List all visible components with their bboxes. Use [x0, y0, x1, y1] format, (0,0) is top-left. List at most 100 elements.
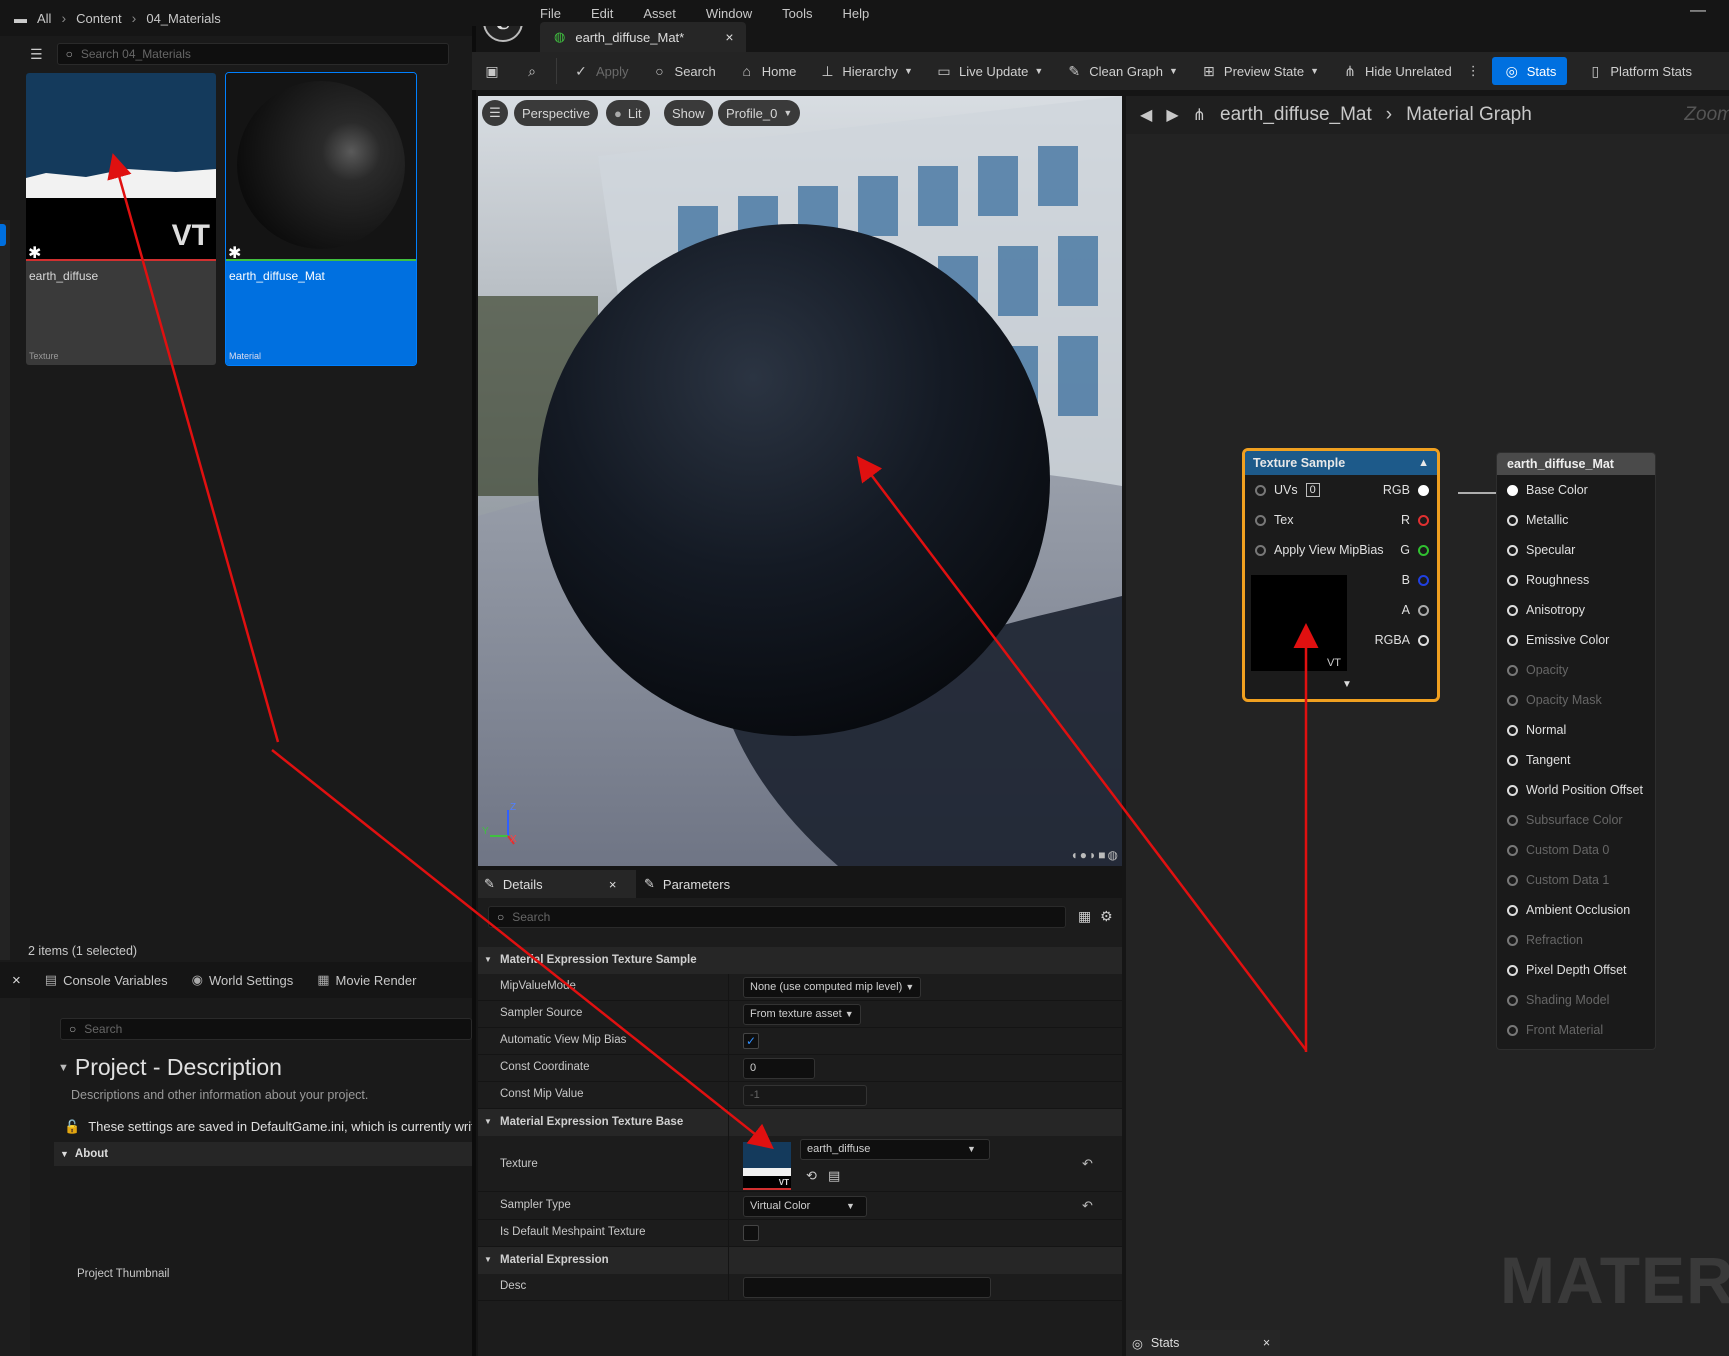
tab-console-variables[interactable]: ▤ Console Variables [33, 962, 180, 998]
material-pin[interactable]: Opacity [1507, 663, 1568, 677]
menu-asset[interactable]: Asset [643, 6, 676, 21]
texture-asset-dropdown[interactable]: earth_diffuse ▼ [800, 1139, 990, 1160]
material-pin[interactable]: Custom Data 0 [1507, 843, 1609, 857]
breadcrumb-folder[interactable]: 04_Materials [146, 11, 220, 26]
const-mip-input[interactable]: -1 [743, 1085, 867, 1106]
tab-details[interactable]: ✎ Details × [478, 870, 636, 898]
browse-button[interactable]: ⌕ [512, 52, 552, 90]
material-pin[interactable]: Pixel Depth Offset [1507, 963, 1627, 977]
breadcrumb-all[interactable]: All [37, 11, 51, 26]
details-search-input[interactable]: ○ Search [488, 906, 1066, 928]
hierarchy-button[interactable]: ⊥ Hierarchy ▼ [807, 52, 924, 90]
teapot-icon[interactable]: ◍ [1108, 848, 1118, 862]
cube-icon[interactable]: ■ [1098, 848, 1105, 862]
collapse-icon[interactable]: ▲ [1418, 457, 1429, 469]
reset-arrow-icon[interactable]: ↶ [1082, 1198, 1093, 1214]
breadcrumb-content[interactable]: Content [76, 11, 122, 26]
preview-viewport[interactable]: Z X Y ☰ Perspective ● Lit Show Profile_0 ▼… [478, 96, 1122, 866]
lit-button[interactable]: ● Lit [606, 100, 650, 126]
more-options-button[interactable]: ⋮ [1463, 52, 1484, 90]
pin-tex[interactable]: Tex [1255, 513, 1293, 527]
desc-input[interactable] [743, 1277, 991, 1298]
asset-tile-texture[interactable]: VT ✱ earth_diffuse Texture [26, 73, 216, 365]
profile-button[interactable]: Profile_0 ▼ [718, 100, 801, 126]
gear-icon[interactable]: ⚙ [1100, 908, 1113, 925]
menu-file[interactable]: File [540, 6, 561, 21]
close-icon[interactable]: × [725, 29, 733, 45]
viewport-menu-button[interactable]: ☰ [482, 100, 508, 126]
material-pin[interactable]: Shading Model [1507, 993, 1609, 1007]
section-header[interactable]: ▼ Project - Description [58, 1054, 282, 1081]
material-pin[interactable]: Anisotropy [1507, 603, 1585, 617]
tab-movie-render[interactable]: ▦ Movie Render [305, 962, 428, 998]
pin-b[interactable]: B [1402, 573, 1429, 587]
pin-uvs[interactable]: UVs 0 [1255, 483, 1320, 497]
material-pin[interactable]: Refraction [1507, 933, 1583, 947]
const-coordinate-input[interactable]: 0 [743, 1058, 815, 1079]
sampler-type-dropdown[interactable]: Virtual Color ▼ [743, 1196, 867, 1217]
document-tab[interactable]: ◍ earth_diffuse_Mat* × [540, 22, 746, 52]
search-button[interactable]: ○ Search [640, 52, 727, 90]
texture-sample-node[interactable]: Texture Sample ▲ UVs 0 Tex Apply View Mip… [1242, 448, 1440, 702]
section-texture-base[interactable]: ▼ Material Expression Texture Base [478, 1109, 1122, 1136]
pin-r[interactable]: R [1401, 513, 1429, 527]
material-pin[interactable]: World Position Offset [1507, 783, 1643, 797]
splitter[interactable] [472, 0, 476, 1356]
reset-arrow-icon[interactable]: ↶ [1082, 1156, 1093, 1172]
preview-state-button[interactable]: ⊞ Preview State ▼ [1189, 52, 1330, 90]
material-pin[interactable]: Tangent [1507, 753, 1570, 767]
home-button[interactable]: ⌂ Home [727, 52, 808, 90]
asset-search-input[interactable]: ○ Search 04_Materials [56, 43, 449, 65]
use-selected-icon[interactable]: ⟲ [806, 1168, 817, 1184]
menu-tools[interactable]: Tools [782, 6, 812, 21]
auto-mip-checkbox[interactable]: ✓ [743, 1033, 759, 1049]
default-meshpaint-checkbox[interactable] [743, 1225, 759, 1241]
cylinder-icon[interactable]: ◖ [1071, 848, 1078, 862]
save-button[interactable]: ▣ [472, 52, 512, 90]
show-button[interactable]: Show [664, 100, 713, 126]
uv-value-input[interactable]: 0 [1305, 483, 1320, 497]
pin-rgba[interactable]: RGBA [1375, 633, 1429, 647]
settings-search-input[interactable]: ○ Search [60, 1018, 472, 1040]
perspective-button[interactable]: Perspective [514, 100, 598, 126]
table-view-icon[interactable]: ▦ [1078, 908, 1091, 925]
material-pin[interactable]: Metallic [1507, 513, 1568, 527]
sampler-source-dropdown[interactable]: From texture asset ▼ [743, 1004, 861, 1025]
about-section[interactable]: ▼ About [54, 1142, 472, 1166]
material-pin[interactable]: Front Material [1507, 1023, 1603, 1037]
material-pin[interactable]: Subsurface Color [1507, 813, 1623, 827]
close-icon[interactable]: × [1263, 1336, 1270, 1350]
material-pin[interactable]: Emissive Color [1507, 633, 1609, 647]
tab-stats[interactable]: ◎ Stats × [1126, 1330, 1280, 1356]
sphere-icon[interactable]: ● [1080, 848, 1087, 862]
section-material-expression[interactable]: ▼ Material Expression [478, 1247, 1122, 1274]
node-header[interactable]: earth_diffuse_Mat [1497, 453, 1655, 475]
close-icon[interactable]: × [609, 877, 617, 892]
apply-button[interactable]: ✓ Apply [561, 52, 640, 90]
browse-asset-icon[interactable]: ▤ [828, 1168, 840, 1184]
pin-apply-view-mipbias[interactable]: Apply View MipBias [1255, 543, 1384, 557]
platform-stats-button[interactable]: ▯ Platform Stats [1575, 52, 1703, 90]
node-header[interactable]: Texture Sample ▲ [1245, 451, 1437, 475]
material-result-node[interactable]: earth_diffuse_Mat Base Color Metallic Spec… [1496, 452, 1656, 1050]
material-pin[interactable]: Base Color [1507, 483, 1588, 497]
pin-a[interactable]: A [1402, 603, 1429, 617]
clean-graph-button[interactable]: ✎ Clean Graph ▼ [1054, 52, 1189, 90]
filter-icon[interactable]: ☰ [30, 46, 43, 63]
hide-unrelated-button[interactable]: ⋔ Hide Unrelated [1330, 52, 1463, 90]
material-pin[interactable]: Normal [1507, 723, 1566, 737]
menu-window[interactable]: Window [706, 6, 752, 21]
plane-icon[interactable]: ◗ [1089, 848, 1096, 862]
texture-preview-thumbnail[interactable]: VT [743, 1142, 791, 1190]
asset-tile-material[interactable]: ✱ earth_diffuse_Mat Material [225, 72, 417, 366]
mip-value-mode-dropdown[interactable]: None (use computed mip level) ▼ [743, 977, 922, 998]
menu-help[interactable]: Help [842, 6, 869, 21]
material-pin[interactable]: Opacity Mask [1507, 693, 1602, 707]
pin-rgb[interactable]: RGB [1383, 483, 1429, 497]
pin-g[interactable]: G [1400, 543, 1429, 557]
live-update-button[interactable]: ▭ Live Update ▼ [924, 52, 1054, 90]
stats-button[interactable]: ◎ Stats [1491, 57, 1568, 85]
tab-world-settings[interactable]: ◉ World Settings [180, 962, 306, 998]
material-graph[interactable]: ◀ ▶ ⋔ earth_diffuse_Mat › Material Graph… [1126, 96, 1729, 1356]
menu-edit[interactable]: Edit [591, 6, 613, 21]
